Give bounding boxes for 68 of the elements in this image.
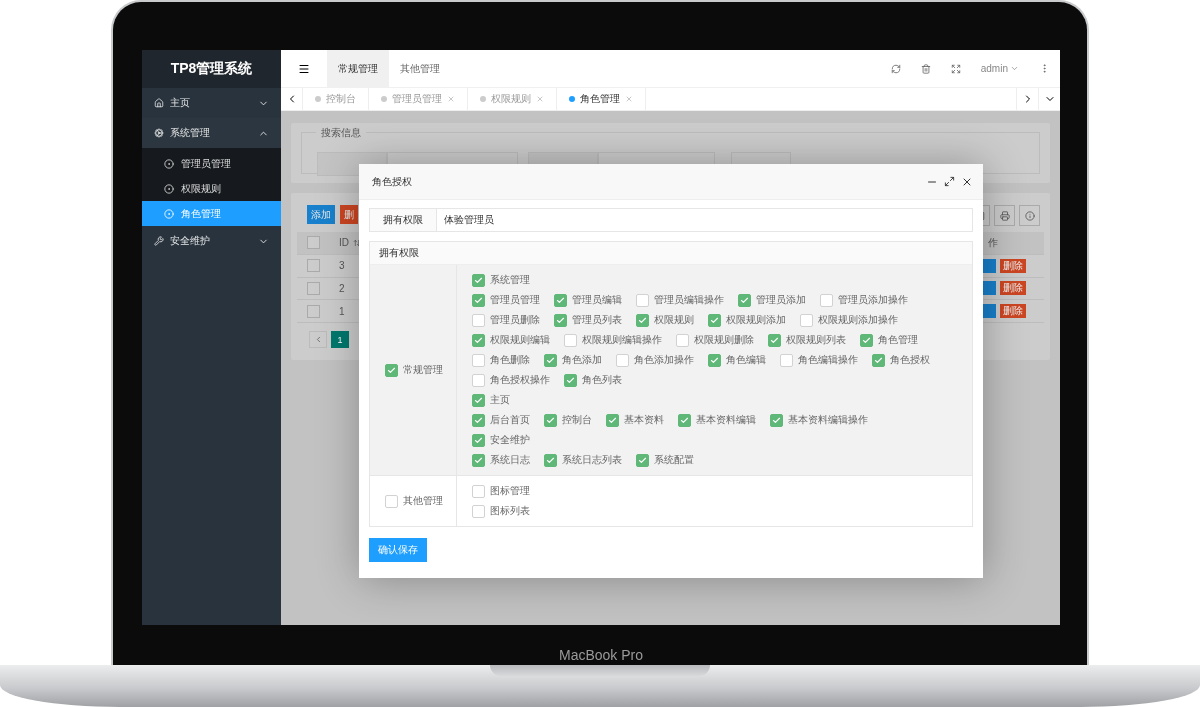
checkbox-label: 管理员编辑操作	[654, 293, 724, 307]
toolbar-button[interactable]: 添加	[307, 205, 335, 224]
checkbox-label: 管理员添加	[756, 293, 806, 307]
table-cell: 1	[339, 305, 345, 317]
page-tab[interactable]: 管理员管理	[369, 88, 468, 110]
role-input[interactable]: 体验管理员	[437, 208, 973, 232]
checkbox-label: 基本资料	[624, 413, 664, 427]
sidebar-item[interactable]: 主页	[142, 88, 281, 118]
page-button[interactable]: 1	[331, 331, 349, 348]
checkbox-label: 管理员编辑	[572, 293, 622, 307]
checkbox-label: 基本资料编辑	[696, 413, 756, 427]
checkbox-label: 管理员管理	[490, 293, 540, 307]
delete-button[interactable]: 删除	[1000, 304, 1026, 319]
user-menu[interactable]: admin	[980, 63, 1019, 74]
checkbox-label: 后台首页	[490, 413, 530, 427]
column-header: ID	[339, 237, 349, 249]
checkbox-label: 权限规则添加操作	[818, 313, 898, 327]
table-cell: 2	[339, 282, 345, 294]
checkbox-label: 控制台	[562, 413, 592, 427]
checkbox-label: 管理员列表	[572, 313, 622, 327]
checkbox-label: 权限规则编辑	[490, 333, 550, 347]
module-tab[interactable]: 常规管理	[327, 50, 389, 87]
checkbox-label: 主页	[490, 393, 510, 407]
checkbox-label: 管理员删除	[490, 313, 540, 327]
checkbox-label: 系统日志列表	[562, 453, 622, 467]
checkbox-label: 图标管理	[490, 484, 530, 498]
checkbox-label: 权限规则编辑操作	[582, 333, 662, 347]
checkbox-label: 角色编辑	[726, 353, 766, 367]
delete-button[interactable]: 删除	[1000, 281, 1026, 296]
checkbox-label: 角色授权	[890, 353, 930, 367]
checkbox-label: 角色列表	[582, 373, 622, 387]
panel-title: 拥有权限	[370, 242, 972, 265]
checkbox-label: 角色添加操作	[634, 353, 694, 367]
checkbox-label: 角色添加	[562, 353, 602, 367]
checkbox-label: 其他管理	[403, 494, 443, 508]
checkbox-label: 系统日志	[490, 453, 530, 467]
delete-button[interactable]: 删除	[1000, 258, 1026, 273]
checkbox-label: 权限规则添加	[726, 313, 786, 327]
column-header: 作	[988, 235, 998, 250]
page-tab[interactable]: 权限规则	[468, 88, 557, 110]
sidebar-item[interactable]: 安全维护	[142, 226, 281, 256]
checkbox-label: 角色编辑操作	[798, 353, 858, 367]
checkbox-label: 基本资料编辑操作	[788, 413, 868, 427]
checkbox-label: 管理员添加操作	[838, 293, 908, 307]
checkbox-label: 权限规则	[654, 313, 694, 327]
toolbar-button[interactable]: 删	[340, 205, 358, 224]
checkbox-label: 系统管理	[490, 273, 530, 287]
sidebar-subitem[interactable]: 角色管理	[142, 201, 281, 226]
device-label: MacBook Pro	[558, 647, 643, 663]
field-label: 拥有权限	[369, 208, 437, 232]
save-button[interactable]: 确认保存	[369, 538, 427, 562]
table-cell: 3	[339, 260, 345, 272]
app-title: TP8管理系统	[142, 50, 281, 88]
checkbox-label: 系统配置	[654, 453, 694, 467]
search-legend: 搜索信息	[316, 126, 366, 140]
checkbox-label: 安全维护	[490, 433, 530, 447]
sidebar-subitem[interactable]: 权限规则	[142, 176, 281, 201]
checkbox-label: 常规管理	[403, 363, 443, 377]
sidebar-subitem[interactable]: 管理员管理	[142, 151, 281, 176]
checkbox-label: 角色管理	[878, 333, 918, 347]
dialog-title: 角色授权	[372, 174, 413, 189]
checkbox-label: 图标列表	[490, 504, 530, 518]
checkbox-label: 角色授权操作	[490, 373, 550, 387]
checkbox-label: 权限规则删除	[694, 333, 754, 347]
checkbox-label: 角色删除	[490, 353, 530, 367]
checkbox-label: 权限规则列表	[786, 333, 846, 347]
page-tab[interactable]: 角色管理	[557, 88, 646, 110]
page-tab[interactable]: 控制台	[303, 88, 369, 110]
